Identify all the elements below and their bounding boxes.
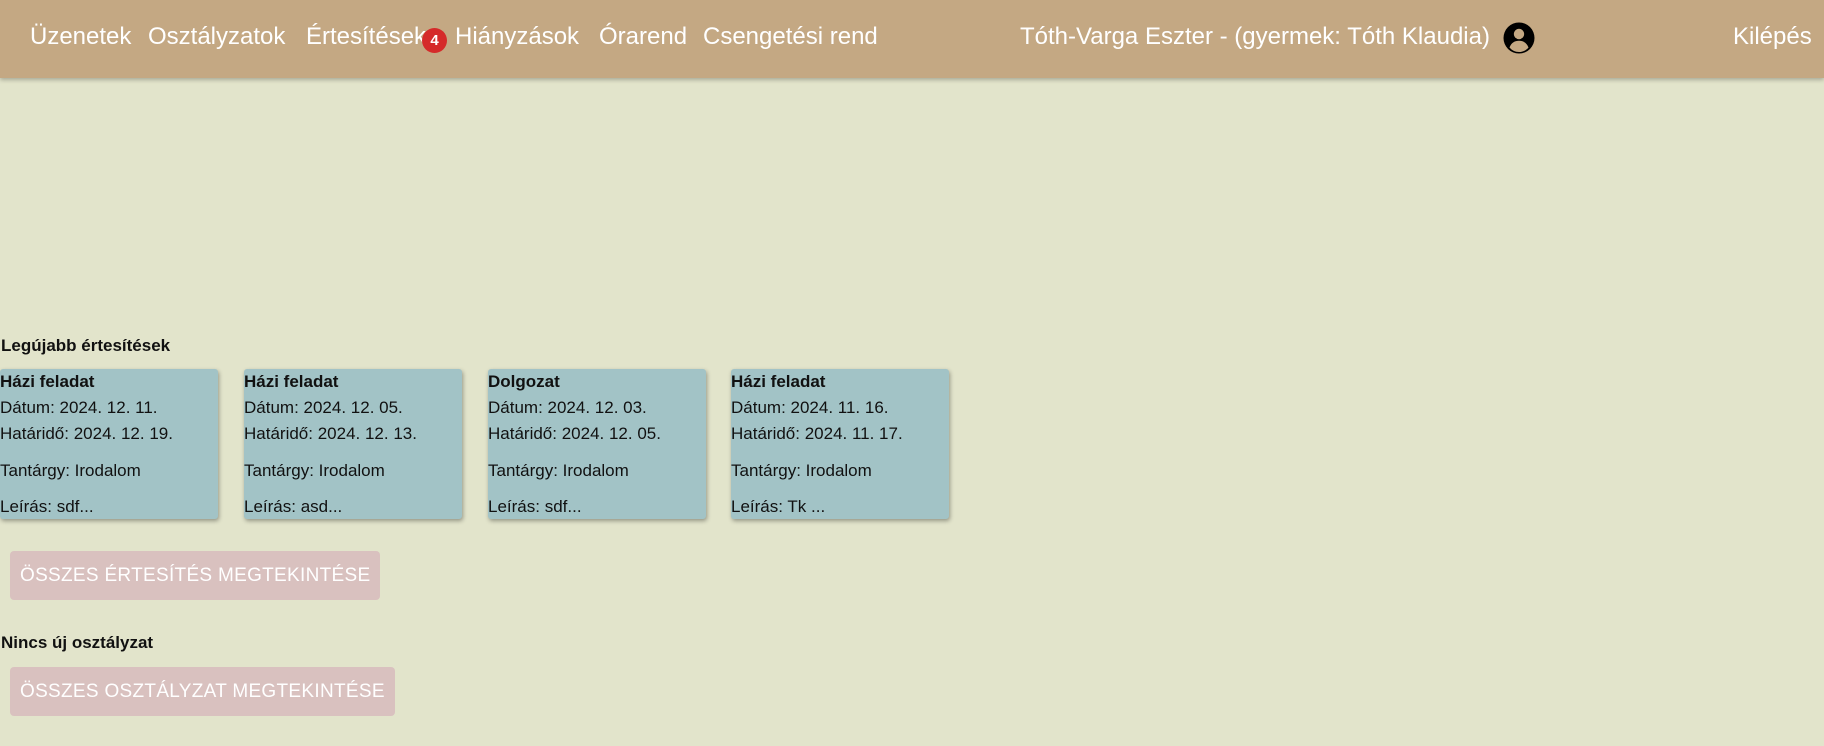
notification-card[interactable]: Házi feladat Dátum: 2024. 12. 11. Határi…: [0, 369, 218, 519]
view-all-grades-button[interactable]: ÖSSZES OSZTÁLYZAT MEGTEKINTÉSE: [10, 667, 395, 716]
card-date: Dátum: 2024. 12. 11.: [0, 398, 158, 417]
card-description: Leírás: asd...: [244, 497, 343, 516]
notification-card[interactable]: Dolgozat Dátum: 2024. 12. 03. Határidő: …: [488, 369, 706, 519]
card-type: Dolgozat: [488, 372, 560, 391]
card-deadline: Határidő: 2024. 11. 17.: [731, 424, 903, 443]
grades-status-heading: Nincs új osztályzat: [1, 633, 154, 652]
card-deadline: Határidő: 2024. 12. 19.: [0, 424, 173, 443]
notification-count-badge: 4: [422, 28, 447, 53]
card-date: Dátum: 2024. 12. 03.: [488, 398, 647, 417]
card-subject: Tantárgy: Irodalom: [488, 461, 629, 480]
view-all-notifications-button[interactable]: ÖSSZES ÉRTESÍTÉS MEGTEKINTÉSE: [10, 551, 381, 600]
account-circle-icon[interactable]: [1502, 21, 1536, 55]
nav-grades[interactable]: Osztályzatok: [148, 22, 285, 52]
notification-card[interactable]: Házi feladat Dátum: 2024. 12. 05. Határi…: [244, 369, 462, 519]
card-type: Házi feladat: [244, 372, 339, 391]
card-subject: Tantárgy: Irodalom: [0, 461, 141, 480]
card-subject: Tantárgy: Irodalom: [731, 461, 872, 480]
nav-timetable[interactable]: Órarend: [599, 22, 687, 52]
card-type: Házi feladat: [0, 372, 95, 391]
top-navbar: Üzenetek Osztályzatok Értesítések 4 Hián…: [0, 0, 1824, 78]
logout-link[interactable]: Kilépés: [1733, 22, 1812, 52]
user-name-label: Tóth-Varga Eszter - (gyermek: Tóth Klaud…: [1020, 23, 1490, 50]
nav-notifications[interactable]: Értesítések: [306, 22, 426, 52]
card-date: Dátum: 2024. 12. 05.: [244, 398, 403, 417]
card-description: Leírás: sdf...: [0, 497, 94, 516]
notification-card[interactable]: Házi feladat Dátum: 2024. 11. 16. Határi…: [731, 369, 949, 519]
nav-bell-schedule[interactable]: Csengetési rend: [703, 22, 878, 52]
card-description: Leírás: Tk ...: [731, 497, 826, 516]
card-type: Házi feladat: [731, 372, 826, 391]
card-deadline: Határidő: 2024. 12. 13.: [244, 424, 417, 443]
latest-notifications-heading: Legújabb értesítések: [1, 336, 171, 355]
card-date: Dátum: 2024. 11. 16.: [731, 398, 889, 417]
card-subject: Tantárgy: Irodalom: [244, 461, 385, 480]
card-description: Leírás: sdf...: [488, 497, 582, 516]
card-deadline: Határidő: 2024. 12. 05.: [488, 424, 661, 443]
nav-messages[interactable]: Üzenetek: [30, 22, 131, 52]
nav-absences[interactable]: Hiányzások: [455, 22, 579, 52]
